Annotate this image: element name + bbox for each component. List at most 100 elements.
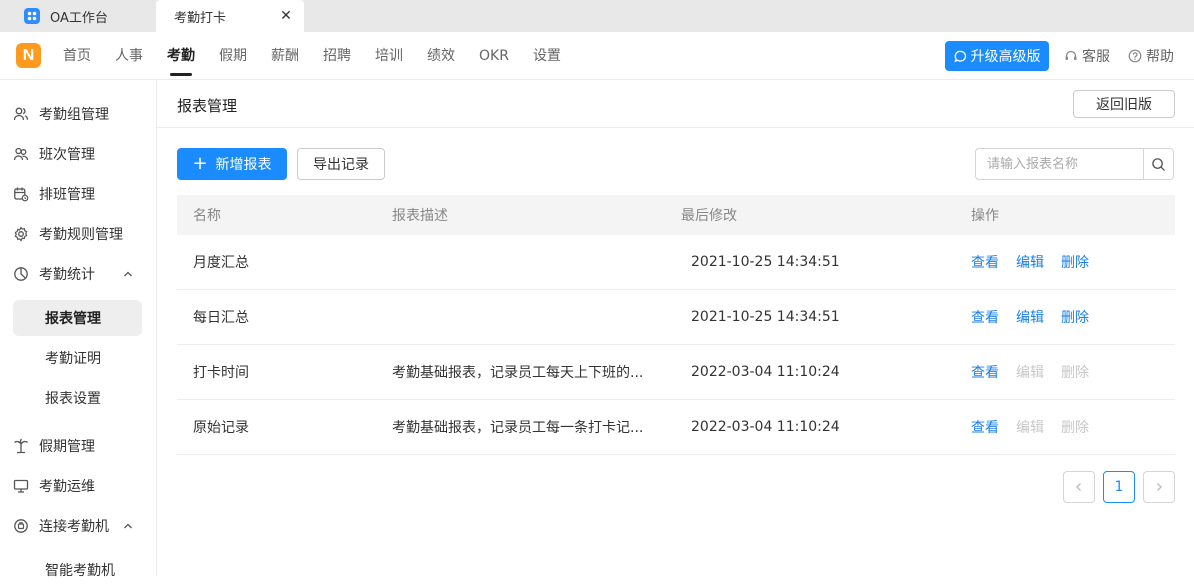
question-circle-icon <box>1128 49 1142 63</box>
calendar-icon <box>14 187 29 202</box>
nav-item[interactable]: 首页 <box>51 32 103 80</box>
nav-item[interactable]: 人事 <box>103 32 155 80</box>
next-page-button[interactable] <box>1143 471 1175 503</box>
upgrade-button[interactable]: 升级高级版 <box>945 41 1049 71</box>
delete-link[interactable]: 删除 <box>1061 307 1089 327</box>
palm-tree-icon <box>14 438 28 454</box>
sidebar: 考勤组管理 班次管理 排班管理 考勤规则管理 考勤统计 报表管理 考勤证明 报表… <box>0 80 157 579</box>
table-row: 原始记录 考勤基础报表，记录员工每一条打卡记... 2022-03-04 11:10… <box>177 400 1175 455</box>
add-report-button[interactable]: + 新增报表 <box>177 148 287 180</box>
view-link[interactable]: 查看 <box>971 252 999 272</box>
view-link[interactable]: 查看 <box>971 362 999 382</box>
sidebar-item-label: 考勤统计 <box>39 267 95 283</box>
report-name: 月度汇总 <box>193 255 249 271</box>
help-label: 帮助 <box>1146 49 1174 65</box>
sidebar-item-schedule[interactable]: 排班管理 <box>0 174 156 214</box>
sidebar-item-label: 假期管理 <box>39 439 95 455</box>
edit-link[interactable]: 编辑 <box>1016 252 1044 272</box>
row-actions: 查看 编辑 删除 <box>971 290 1106 344</box>
headset-icon <box>1065 50 1077 60</box>
table-row: 月度汇总 2021-10-25 14:34:51 查看 编辑 删除 <box>177 235 1175 290</box>
delete-link[interactable]: 删除 <box>1061 252 1089 272</box>
main-content: 报表管理 返回旧版 + 新增报表 导出记录 名称 报表描述 最后修改 操作 月度… <box>157 80 1194 576</box>
report-last-modified: 2022-03-04 11:10:24 <box>691 419 840 435</box>
nav-item[interactable]: 薪酬 <box>259 32 311 80</box>
sidebar-sub-smart-device[interactable]: 智能考勤机 <box>13 552 142 588</box>
tab-strip: OA工作台 考勤打卡 ✕ <box>0 0 1194 32</box>
export-records-button[interactable]: 导出记录 <box>297 148 385 180</box>
report-name: 每日汇总 <box>193 310 249 326</box>
upgrade-label: 升级高级版 <box>970 49 1041 65</box>
sidebar-sub-label: 报表管理 <box>45 311 101 327</box>
nav-item[interactable]: 假期 <box>207 32 259 80</box>
report-description: 考勤基础报表，记录员工每一条打卡记... <box>392 420 644 436</box>
table-row: 每日汇总 2021-10-25 14:34:51 查看 编辑 删除 <box>177 290 1175 345</box>
user-group-icon <box>13 107 29 121</box>
sidebar-item-leave[interactable]: 假期管理 <box>0 426 156 466</box>
app-logo[interactable]: N <box>16 43 41 68</box>
view-link[interactable]: 查看 <box>971 417 999 437</box>
prev-page-button[interactable] <box>1063 471 1095 503</box>
sidebar-sub-label: 报表设置 <box>45 391 101 407</box>
tab-attendance-label: 考勤打卡 <box>174 10 227 26</box>
nav-item[interactable]: 绩效 <box>415 32 467 80</box>
view-link[interactable]: 查看 <box>971 307 999 327</box>
sidebar-item-label: 考勤规则管理 <box>39 227 123 243</box>
tab-oa-workbench[interactable]: OA工作台 <box>0 0 156 32</box>
nav-item[interactable]: 设置 <box>521 32 573 80</box>
chat-bubble-icon <box>953 50 966 62</box>
report-name: 打卡时间 <box>193 365 249 381</box>
sidebar-sub-label: 考勤证明 <box>45 351 101 367</box>
sidebar-item-rules[interactable]: 考勤规则管理 <box>0 214 156 254</box>
sidebar-sub-report-management[interactable]: 报表管理 <box>13 300 142 336</box>
sidebar-sub-label: 智能考勤机 <box>45 563 115 579</box>
tab-attendance[interactable]: 考勤打卡 ✕ <box>156 0 304 32</box>
close-icon[interactable]: ✕ <box>278 8 294 24</box>
edit-link: 编辑 <box>1016 365 1044 381</box>
nav-menu: 首页 人事 考勤 假期 薪酬 招聘 培训 绩效 OKR 设置 <box>51 32 573 80</box>
report-name: 原始记录 <box>193 420 249 436</box>
delete-link: 删除 <box>1061 365 1089 381</box>
back-to-old-version-button[interactable]: 返回旧版 <box>1073 90 1175 118</box>
search-icon <box>1152 157 1166 171</box>
sidebar-sub-attendance-certificate[interactable]: 考勤证明 <box>13 340 142 376</box>
sidebar-sub-report-settings[interactable]: 报表设置 <box>13 380 142 416</box>
nav-item[interactable]: 培训 <box>363 32 415 80</box>
sidebar-item-label: 班次管理 <box>39 147 95 163</box>
table-header: 名称 报表描述 最后修改 操作 <box>177 195 1175 235</box>
row-actions: 查看 编辑 删除 <box>971 345 1106 399</box>
help-button[interactable]: 帮助 <box>1128 32 1174 80</box>
column-header-name: 名称 <box>193 208 221 224</box>
customer-service-button[interactable]: 客服 <box>1064 32 1110 80</box>
sidebar-item-group[interactable]: 考勤组管理 <box>0 94 156 134</box>
nav-item[interactable]: 招聘 <box>311 32 363 80</box>
gear-icon <box>14 226 28 242</box>
column-header-description: 报表描述 <box>392 208 448 224</box>
report-description: 考勤基础报表，记录员工每天上下班的... <box>392 365 644 381</box>
sidebar-item-ops[interactable]: 考勤运维 <box>0 466 156 506</box>
header-divider <box>157 127 1194 128</box>
top-nav: N 首页 人事 考勤 假期 薪酬 招聘 培训 绩效 OKR 设置 升级高级版 客服 帮助 <box>0 32 1194 80</box>
nav-item[interactable]: 考勤 <box>155 32 207 80</box>
edit-link: 编辑 <box>1016 420 1044 436</box>
row-actions: 查看 编辑 删除 <box>971 235 1106 289</box>
monitor-icon <box>13 479 29 493</box>
sidebar-item-label: 连接考勤机 <box>39 519 109 535</box>
sidebar-item-stats[interactable]: 考勤统计 <box>0 254 156 294</box>
sidebar-item-label: 考勤组管理 <box>39 107 109 123</box>
edit-link[interactable]: 编辑 <box>1016 307 1044 327</box>
report-table: 名称 报表描述 最后修改 操作 月度汇总 2021-10-25 14:34:51 查… <box>177 195 1175 455</box>
page-number-button[interactable]: 1 <box>1103 471 1135 503</box>
sidebar-item-label: 考勤运维 <box>39 479 95 495</box>
search-button[interactable] <box>1143 149 1173 179</box>
chevron-up-icon <box>124 523 132 529</box>
sidebar-item-device[interactable]: 连接考勤机 <box>0 506 156 546</box>
chevron-left-icon <box>1076 483 1081 491</box>
search-input[interactable] <box>976 149 1143 179</box>
sidebar-item-shift[interactable]: 班次管理 <box>0 134 156 174</box>
chevron-right-icon <box>1157 483 1162 491</box>
column-header-actions: 操作 <box>971 208 999 224</box>
tab-oa-label: OA工作台 <box>50 10 108 26</box>
nav-item[interactable]: OKR <box>467 32 521 80</box>
app-grid-icon <box>24 8 40 24</box>
